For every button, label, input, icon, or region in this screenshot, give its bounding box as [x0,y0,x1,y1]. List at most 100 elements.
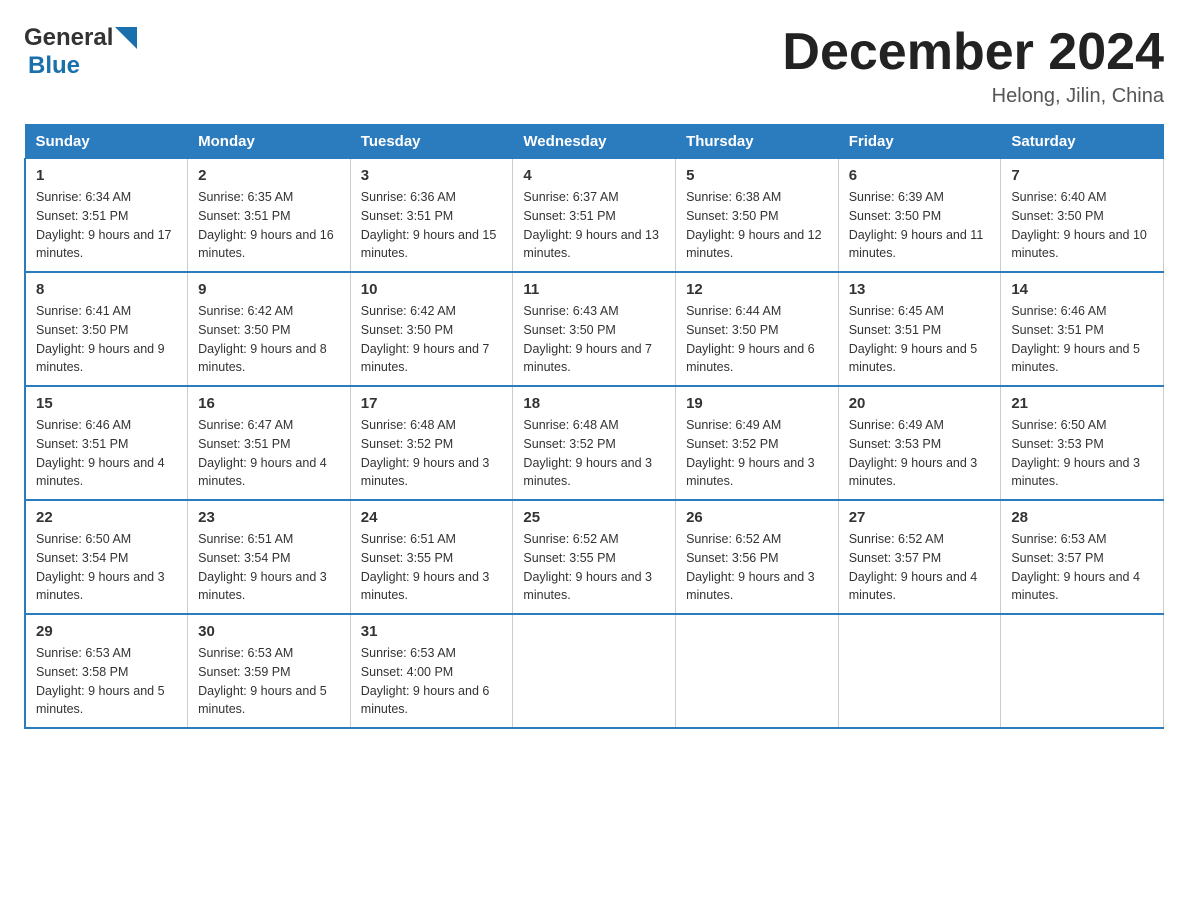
day-info: Sunrise: 6:49 AM Sunset: 3:53 PM Dayligh… [849,416,991,491]
day-info: Sunrise: 6:53 AM Sunset: 3:57 PM Dayligh… [1011,530,1153,605]
day-number: 4 [523,167,665,184]
table-row: 21 Sunrise: 6:50 AM Sunset: 3:53 PM Dayl… [1001,386,1164,500]
day-info: Sunrise: 6:47 AM Sunset: 3:51 PM Dayligh… [198,416,340,491]
day-number: 21 [1011,395,1153,412]
table-row: 29 Sunrise: 6:53 AM Sunset: 3:58 PM Dayl… [25,614,188,728]
day-info: Sunrise: 6:46 AM Sunset: 3:51 PM Dayligh… [36,416,177,491]
table-row [838,614,1001,728]
day-number: 17 [361,395,503,412]
day-number: 31 [361,623,503,640]
table-row [1001,614,1164,728]
day-info: Sunrise: 6:44 AM Sunset: 3:50 PM Dayligh… [686,302,828,377]
day-info: Sunrise: 6:49 AM Sunset: 3:52 PM Dayligh… [686,416,828,491]
calendar-week-row: 1 Sunrise: 6:34 AM Sunset: 3:51 PM Dayli… [25,159,1164,273]
table-row: 4 Sunrise: 6:37 AM Sunset: 3:51 PM Dayli… [513,159,676,273]
day-number: 27 [849,509,991,526]
day-number: 26 [686,509,828,526]
day-number: 13 [849,281,991,298]
day-number: 30 [198,623,340,640]
day-number: 9 [198,281,340,298]
table-row: 25 Sunrise: 6:52 AM Sunset: 3:55 PM Dayl… [513,500,676,614]
day-info: Sunrise: 6:36 AM Sunset: 3:51 PM Dayligh… [361,188,503,263]
day-number: 8 [36,281,177,298]
title-block: December 2024 Helong, Jilin, China [782,24,1164,108]
day-info: Sunrise: 6:52 AM Sunset: 3:57 PM Dayligh… [849,530,991,605]
location: Helong, Jilin, China [782,85,1164,108]
day-info: Sunrise: 6:42 AM Sunset: 3:50 PM Dayligh… [361,302,503,377]
table-row: 31 Sunrise: 6:53 AM Sunset: 4:00 PM Dayl… [350,614,513,728]
table-row [513,614,676,728]
logo: General Blue [24,24,137,80]
table-row [676,614,839,728]
day-info: Sunrise: 6:39 AM Sunset: 3:50 PM Dayligh… [849,188,991,263]
day-info: Sunrise: 6:40 AM Sunset: 3:50 PM Dayligh… [1011,188,1153,263]
day-number: 16 [198,395,340,412]
col-tuesday: Tuesday [350,125,513,159]
table-row: 1 Sunrise: 6:34 AM Sunset: 3:51 PM Dayli… [25,159,188,273]
table-row: 30 Sunrise: 6:53 AM Sunset: 3:59 PM Dayl… [188,614,351,728]
day-number: 25 [523,509,665,526]
day-info: Sunrise: 6:52 AM Sunset: 3:55 PM Dayligh… [523,530,665,605]
table-row: 6 Sunrise: 6:39 AM Sunset: 3:50 PM Dayli… [838,159,1001,273]
table-row: 12 Sunrise: 6:44 AM Sunset: 3:50 PM Dayl… [676,272,839,386]
day-number: 7 [1011,167,1153,184]
col-friday: Friday [838,125,1001,159]
day-number: 15 [36,395,177,412]
day-number: 23 [198,509,340,526]
table-row: 19 Sunrise: 6:49 AM Sunset: 3:52 PM Dayl… [676,386,839,500]
day-number: 10 [361,281,503,298]
day-info: Sunrise: 6:48 AM Sunset: 3:52 PM Dayligh… [361,416,503,491]
day-number: 24 [361,509,503,526]
page-header: General Blue December 2024 Helong, Jilin… [24,24,1164,108]
logo-blue: Blue [28,52,80,80]
table-row: 16 Sunrise: 6:47 AM Sunset: 3:51 PM Dayl… [188,386,351,500]
day-info: Sunrise: 6:45 AM Sunset: 3:51 PM Dayligh… [849,302,991,377]
day-info: Sunrise: 6:42 AM Sunset: 3:50 PM Dayligh… [198,302,340,377]
day-info: Sunrise: 6:37 AM Sunset: 3:51 PM Dayligh… [523,188,665,263]
table-row: 26 Sunrise: 6:52 AM Sunset: 3:56 PM Dayl… [676,500,839,614]
table-row: 10 Sunrise: 6:42 AM Sunset: 3:50 PM Dayl… [350,272,513,386]
day-number: 20 [849,395,991,412]
day-info: Sunrise: 6:50 AM Sunset: 3:53 PM Dayligh… [1011,416,1153,491]
day-number: 11 [523,281,665,298]
table-row: 11 Sunrise: 6:43 AM Sunset: 3:50 PM Dayl… [513,272,676,386]
table-row: 22 Sunrise: 6:50 AM Sunset: 3:54 PM Dayl… [25,500,188,614]
col-sunday: Sunday [25,125,188,159]
day-number: 29 [36,623,177,640]
day-info: Sunrise: 6:38 AM Sunset: 3:50 PM Dayligh… [686,188,828,263]
day-info: Sunrise: 6:51 AM Sunset: 3:55 PM Dayligh… [361,530,503,605]
table-row: 20 Sunrise: 6:49 AM Sunset: 3:53 PM Dayl… [838,386,1001,500]
col-monday: Monday [188,125,351,159]
day-info: Sunrise: 6:35 AM Sunset: 3:51 PM Dayligh… [198,188,340,263]
day-number: 3 [361,167,503,184]
table-row: 23 Sunrise: 6:51 AM Sunset: 3:54 PM Dayl… [188,500,351,614]
calendar-week-row: 29 Sunrise: 6:53 AM Sunset: 3:58 PM Dayl… [25,614,1164,728]
day-info: Sunrise: 6:53 AM Sunset: 4:00 PM Dayligh… [361,644,503,719]
month-title: December 2024 [782,24,1164,81]
day-number: 18 [523,395,665,412]
day-info: Sunrise: 6:51 AM Sunset: 3:54 PM Dayligh… [198,530,340,605]
col-saturday: Saturday [1001,125,1164,159]
day-info: Sunrise: 6:48 AM Sunset: 3:52 PM Dayligh… [523,416,665,491]
day-number: 22 [36,509,177,526]
table-row: 8 Sunrise: 6:41 AM Sunset: 3:50 PM Dayli… [25,272,188,386]
day-info: Sunrise: 6:46 AM Sunset: 3:51 PM Dayligh… [1011,302,1153,377]
table-row: 15 Sunrise: 6:46 AM Sunset: 3:51 PM Dayl… [25,386,188,500]
logo-triangle-icon [115,27,137,49]
table-row: 5 Sunrise: 6:38 AM Sunset: 3:50 PM Dayli… [676,159,839,273]
calendar-week-row: 15 Sunrise: 6:46 AM Sunset: 3:51 PM Dayl… [25,386,1164,500]
day-info: Sunrise: 6:41 AM Sunset: 3:50 PM Dayligh… [36,302,177,377]
day-number: 1 [36,167,177,184]
calendar-table: Sunday Monday Tuesday Wednesday Thursday… [24,124,1164,729]
calendar-week-row: 22 Sunrise: 6:50 AM Sunset: 3:54 PM Dayl… [25,500,1164,614]
table-row: 14 Sunrise: 6:46 AM Sunset: 3:51 PM Dayl… [1001,272,1164,386]
table-row: 18 Sunrise: 6:48 AM Sunset: 3:52 PM Dayl… [513,386,676,500]
day-info: Sunrise: 6:52 AM Sunset: 3:56 PM Dayligh… [686,530,828,605]
table-row: 13 Sunrise: 6:45 AM Sunset: 3:51 PM Dayl… [838,272,1001,386]
day-number: 14 [1011,281,1153,298]
table-row: 9 Sunrise: 6:42 AM Sunset: 3:50 PM Dayli… [188,272,351,386]
table-row: 17 Sunrise: 6:48 AM Sunset: 3:52 PM Dayl… [350,386,513,500]
day-info: Sunrise: 6:53 AM Sunset: 3:59 PM Dayligh… [198,644,340,719]
col-wednesday: Wednesday [513,125,676,159]
day-number: 19 [686,395,828,412]
